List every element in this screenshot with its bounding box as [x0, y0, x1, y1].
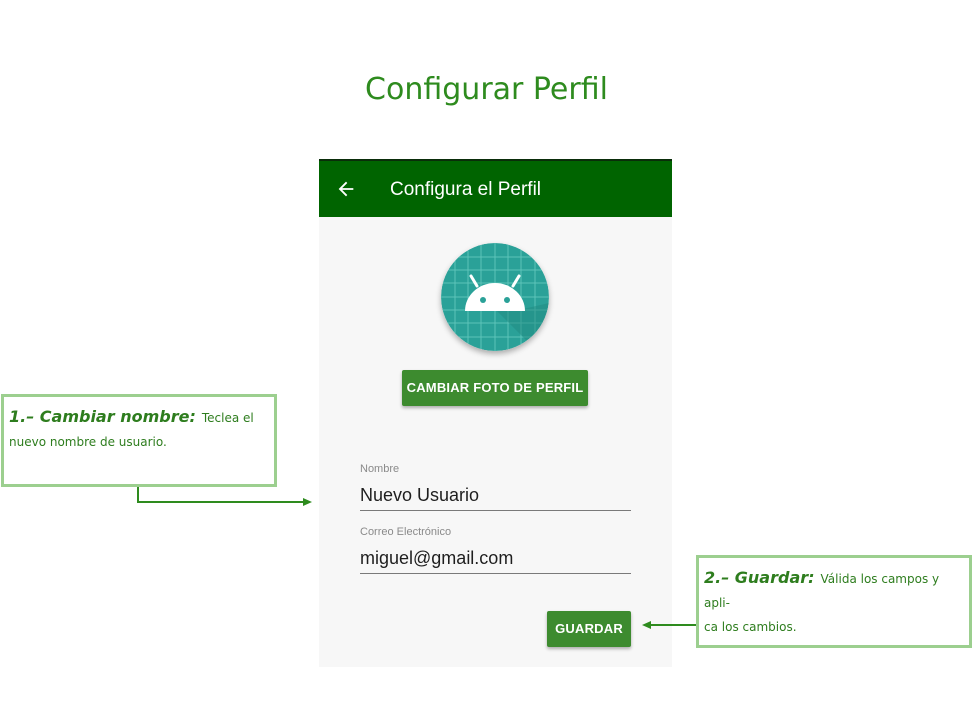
callout-arrows	[137, 487, 696, 629]
arrowhead-icon	[642, 621, 651, 629]
arrowhead-icon	[303, 498, 312, 506]
arrow-to-name-field	[137, 487, 304, 503]
